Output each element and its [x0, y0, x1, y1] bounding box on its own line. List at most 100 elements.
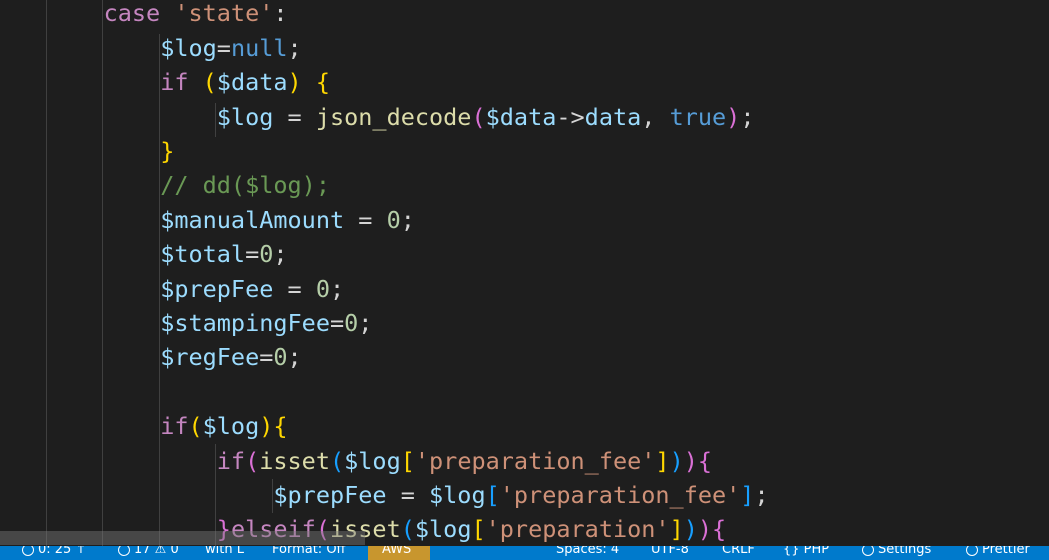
- code-token: // dd($log);: [160, 171, 330, 200]
- prettier-label: Prettier: [982, 546, 1030, 557]
- aws-status[interactable]: AWS: [368, 546, 430, 560]
- code-token: ): [683, 446, 698, 475]
- code-token: ): [287, 68, 302, 97]
- error-icon: [118, 546, 130, 556]
- code-token: $log: [202, 412, 260, 441]
- code-token: =: [329, 309, 345, 337]
- code-token: $log: [216, 102, 274, 131]
- format-status[interactable]: Format: Off: [272, 546, 346, 560]
- prettier-status[interactable]: Prettier: [966, 546, 1030, 560]
- code-token: {: [697, 446, 713, 475]
- format-label: Format: Off: [272, 546, 346, 557]
- code-token: 0: [315, 274, 330, 303]
- code-token: $log: [414, 515, 472, 544]
- code-token: $data: [485, 102, 557, 131]
- code-line[interactable]: if($log){: [47, 409, 288, 443]
- code-token: :: [273, 0, 288, 28]
- code-line[interactable]: $total=0;: [47, 237, 288, 271]
- code-token: 0: [386, 205, 401, 234]
- code-token: (: [188, 412, 203, 441]
- code-token: null: [230, 33, 288, 62]
- code-token: (: [202, 68, 217, 97]
- live-share-status[interactable]: with L: [205, 546, 244, 560]
- code-token: (: [400, 515, 415, 544]
- indentation-status[interactable]: Spaces: 4: [556, 546, 619, 560]
- code-token: ;: [287, 33, 302, 62]
- code-line[interactable]: case 'state':: [47, 0, 288, 31]
- horizontal-scrollbar[interactable]: [0, 531, 365, 545]
- code-token: ): [726, 102, 741, 131]
- code-token: =: [386, 481, 430, 509]
- check-icon: [966, 546, 978, 556]
- code-token: ): [669, 446, 684, 475]
- code-line[interactable]: if(isset($log['preparation_fee'])){: [47, 444, 712, 478]
- code-token: 'state': [174, 0, 274, 28]
- indentation-label: Spaces: 4: [556, 546, 620, 557]
- code-token: 'preparation': [485, 515, 670, 544]
- code-line[interactable]: }: [47, 134, 174, 168]
- code-token: 0: [344, 309, 359, 337]
- code-line[interactable]: $stampingFee=0;: [47, 306, 372, 340]
- code-line[interactable]: $log=null;: [47, 31, 302, 65]
- encoding-status[interactable]: UTF-8: [651, 546, 689, 560]
- code-token: 'preparation_fee': [499, 481, 741, 509]
- code-token: ;: [287, 343, 302, 372]
- language-mode-label: {} PHP: [783, 546, 830, 557]
- code-token: {: [273, 412, 288, 441]
- code-token: (: [245, 446, 260, 475]
- code-token: $data: [216, 68, 288, 97]
- code-token: ;: [358, 309, 373, 337]
- code-line[interactable]: $regFee=0;: [47, 340, 302, 374]
- code-editor[interactable]: case 'state': $log=null; if ($data) { $l…: [0, 0, 1049, 546]
- code-token: =: [273, 274, 316, 303]
- code-token: ]: [655, 446, 670, 475]
- code-token: $prepFee: [273, 481, 387, 509]
- eol-status[interactable]: CRLF: [722, 546, 755, 560]
- code-token: data: [584, 102, 642, 131]
- remote-status[interactable]: 0: 25 ↑: [22, 546, 86, 560]
- code-line[interactable]: $prepFee = 0;: [47, 272, 344, 306]
- code-token: ,: [641, 102, 670, 131]
- code-token: }: [160, 137, 175, 165]
- code-token: =: [273, 102, 316, 131]
- code-token: $total: [160, 240, 246, 269]
- code-token: ;: [273, 240, 288, 269]
- code-line[interactable]: $log = json_decode($data->data, true);: [47, 100, 755, 134]
- code-line[interactable]: if ($data) {: [47, 65, 330, 99]
- settings-status[interactable]: Settings: [862, 546, 931, 560]
- code-token: ): [259, 412, 274, 441]
- code-line[interactable]: // dd($log);: [47, 168, 330, 202]
- problems-count: 17 ⚠ 0: [134, 546, 179, 557]
- code-token: =: [245, 240, 260, 269]
- code-line[interactable]: $manualAmount = 0;: [47, 203, 415, 237]
- encoding-label: UTF-8: [651, 546, 689, 557]
- code-token: ): [697, 515, 713, 544]
- code-token: ): [683, 515, 698, 544]
- code-token: ->: [556, 102, 585, 131]
- problems-status[interactable]: 17 ⚠ 0: [118, 546, 179, 560]
- code-token: [: [471, 515, 486, 544]
- code-token: (: [329, 446, 345, 475]
- aws-label: AWS: [382, 546, 412, 557]
- settings-icon: [862, 546, 874, 556]
- code-token: $manualAmount: [160, 205, 345, 234]
- code-token: isset: [259, 446, 330, 475]
- code-token: =: [344, 205, 387, 234]
- code-token: $log: [429, 481, 486, 509]
- eol-label: CRLF: [722, 546, 755, 557]
- language-mode-status[interactable]: {} PHP: [783, 546, 829, 560]
- code-line[interactable]: $prepFee = $log['preparation_fee'];: [47, 478, 768, 512]
- code-token: 0: [273, 343, 288, 372]
- code-token: ]: [669, 515, 684, 544]
- code-token: =: [216, 33, 231, 62]
